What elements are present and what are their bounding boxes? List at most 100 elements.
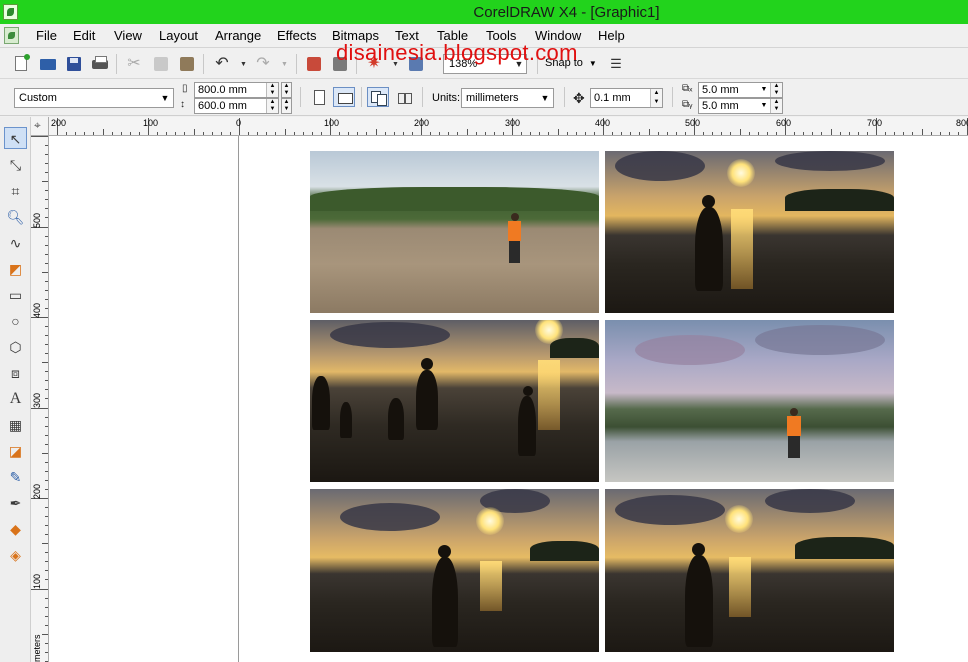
interactive-effects-tool-button[interactable]: ◪ — [4, 440, 27, 462]
toolbar-divider — [116, 54, 117, 74]
ruler-label: 200 — [51, 118, 67, 128]
basic-shapes-tool-icon: ⧈ — [11, 365, 20, 381]
redo-button[interactable]: ↷ — [253, 54, 273, 74]
duplicate-y-spinner[interactable]: ▲ ▼ — [770, 99, 782, 113]
page-width-value: 800.0 mm — [198, 84, 247, 96]
page-height-spinner[interactable]: ▲ ▼ — [266, 99, 278, 113]
horizontal-ruler[interactable]: 200 100 0 100 200 300 400 500 600 700 80… — [49, 117, 968, 136]
chevron-down-icon: ▼ — [760, 86, 768, 93]
portrait-button[interactable] — [308, 87, 330, 107]
eyedropper-tool-button[interactable]: ✎ — [4, 466, 27, 488]
table-tool-button[interactable]: ▦ — [4, 414, 27, 436]
import-icon — [307, 57, 321, 71]
paper-type-select[interactable]: Custom ▼ — [14, 88, 174, 108]
nudge-distance-value: 0.1 mm — [594, 92, 631, 104]
photo-detail — [635, 335, 745, 365]
photo-detail — [530, 541, 599, 561]
photo-sunset-group[interactable] — [310, 320, 599, 482]
photo-sunset-1[interactable] — [605, 151, 894, 313]
menu-file[interactable]: File — [36, 28, 57, 43]
print-icon — [92, 56, 108, 69]
toolbar-divider — [564, 87, 565, 107]
ruler-label: 200 — [32, 483, 42, 499]
interactive-effects-tool-icon: ◪ — [8, 443, 23, 459]
photo-detail — [725, 505, 753, 533]
menu-layout[interactable]: Layout — [159, 28, 198, 43]
menu-view[interactable]: View — [114, 28, 142, 43]
crop-tool-button[interactable]: ⌗ — [4, 180, 27, 202]
photo-beach-day[interactable] — [310, 151, 599, 313]
photo-detail — [775, 151, 885, 171]
toolbar-divider — [203, 54, 204, 74]
ruler-label: 600 — [776, 118, 792, 128]
menu-effects[interactable]: Effects — [277, 28, 317, 43]
rectangle-tool-button[interactable]: ▭ — [4, 284, 27, 306]
smart-fill-tool-button[interactable]: ◩ — [4, 258, 27, 280]
polygon-tool-button[interactable]: ⬡ — [4, 336, 27, 358]
chevron-down-icon: ▼ — [588, 59, 597, 68]
fill-tool-button[interactable]: ◆ — [4, 518, 27, 540]
crop-tool-icon: ⌗ — [11, 183, 20, 199]
cut-button[interactable]: ✂ — [124, 54, 144, 74]
page-width-field[interactable]: 800.0 mm ▲ ▼ — [194, 82, 279, 98]
options-icon: ☰ — [610, 56, 622, 71]
photo-sunset-3[interactable] — [605, 489, 894, 652]
open-button[interactable] — [38, 54, 58, 74]
pick-tool-button[interactable]: ↖ — [4, 127, 27, 149]
ruler-label: 100 — [32, 573, 42, 589]
zoom-tool-icon: 🔍︎ — [6, 209, 25, 225]
photo-detail — [787, 416, 801, 436]
redo-icon: ↷ — [256, 55, 270, 72]
duplicate-x-spinner[interactable]: ▲ ▼ — [770, 83, 782, 97]
ruler-origin-button[interactable] — [31, 117, 49, 136]
page-width-stepper[interactable]: ▲ ▼ — [281, 82, 292, 98]
current-page-button[interactable] — [394, 87, 416, 107]
new-button[interactable] — [12, 54, 32, 74]
duplicate-x-field[interactable]: 5.0 mm ▼ ▲ ▼ — [698, 82, 783, 98]
import-button[interactable] — [304, 54, 324, 74]
toolbar-divider — [300, 87, 301, 107]
interactive-fill-tool-button[interactable]: ◈ — [4, 544, 27, 566]
copy-button[interactable] — [151, 54, 171, 74]
polygon-tool-icon: ⬡ — [9, 339, 22, 355]
undo-dropdown-icon[interactable]: ▼ — [240, 61, 247, 68]
nudge-spinner[interactable]: ▲ ▼ — [650, 89, 662, 107]
nudge-distance-field[interactable]: 0.1 mm ▲ ▼ — [590, 88, 663, 108]
page-width-icon: ▯ — [182, 83, 188, 94]
page-height-field[interactable]: 600.0 mm ▲ ▼ — [194, 98, 279, 114]
page-width-spinner[interactable]: ▲ ▼ — [266, 83, 278, 97]
ruler-label: 500 — [32, 212, 42, 228]
undo-button[interactable]: ↶ — [212, 54, 232, 74]
vertical-ruler[interactable]: 500 400 300 200 100 meters — [31, 136, 49, 662]
freehand-tool-button[interactable]: ∿ — [4, 232, 27, 254]
page-height-stepper[interactable]: ▲ ▼ — [281, 98, 292, 114]
zoom-tool-button[interactable]: 🔍︎ — [4, 206, 27, 228]
toolbar-divider — [422, 87, 423, 107]
duplicate-y-field[interactable]: 5.0 mm ▼ ▲ ▼ — [698, 98, 783, 114]
photo-detail — [795, 537, 894, 559]
photo-detail — [695, 207, 723, 291]
photo-beach-dusk[interactable] — [605, 320, 894, 482]
menu-arrange[interactable]: Arrange — [215, 28, 261, 43]
photo-detail — [727, 159, 755, 187]
save-button[interactable] — [64, 54, 84, 74]
basic-shapes-tool-button[interactable]: ⧈ — [4, 362, 27, 384]
menu-help[interactable]: Help — [598, 28, 625, 43]
all-pages-button[interactable] — [367, 87, 389, 107]
ellipse-tool-button[interactable]: ○ — [4, 310, 27, 332]
document-icon[interactable] — [4, 27, 19, 44]
outline-tool-button[interactable]: ✒ — [4, 492, 27, 514]
print-button[interactable] — [90, 54, 110, 74]
drawing-canvas[interactable] — [49, 136, 968, 662]
paste-button[interactable] — [177, 54, 197, 74]
photo-detail — [476, 507, 504, 535]
units-select[interactable]: millimeters ▼ — [461, 88, 554, 108]
photo-sunset-2[interactable] — [310, 489, 599, 652]
landscape-button[interactable] — [333, 87, 355, 107]
redo-dropdown-icon[interactable]: ▼ — [281, 61, 288, 68]
photo-detail — [416, 370, 438, 430]
shape-tool-button[interactable]: ⤡ — [4, 154, 27, 176]
options-button[interactable]: ☰ — [606, 54, 626, 74]
text-tool-button[interactable]: A — [4, 388, 27, 410]
menu-edit[interactable]: Edit — [73, 28, 95, 43]
